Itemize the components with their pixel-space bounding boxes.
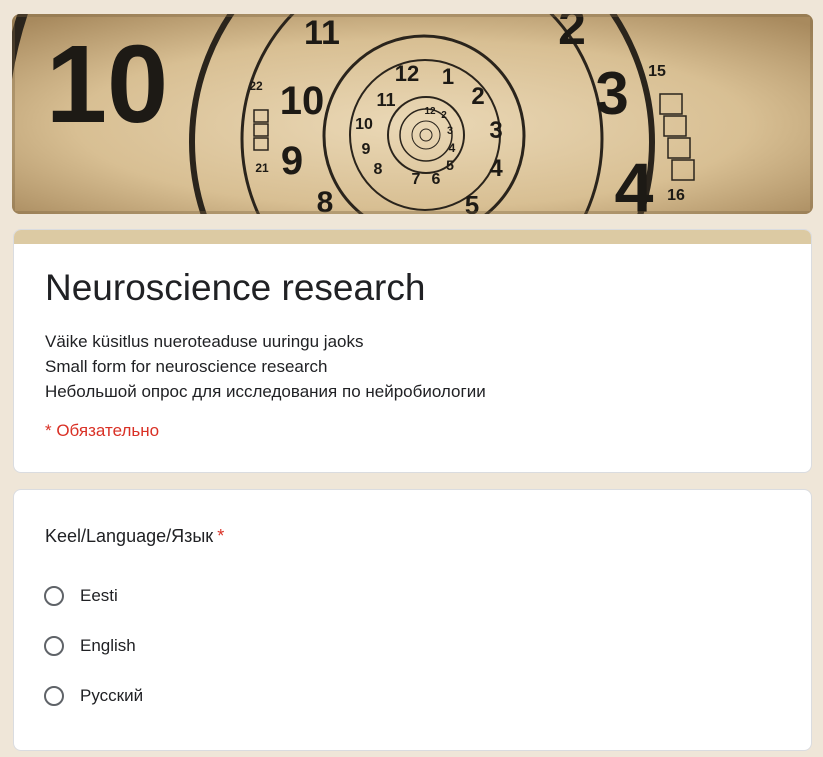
option-label-eesti[interactable]: Eesti (80, 586, 118, 606)
option-label-russian[interactable]: Русский (80, 686, 143, 706)
svg-text:16: 16 (667, 187, 685, 204)
svg-text:12: 12 (424, 106, 436, 117)
required-asterisk: * (217, 526, 225, 546)
svg-text:5: 5 (446, 157, 454, 173)
svg-text:3: 3 (489, 117, 502, 144)
option-label-english[interactable]: English (80, 636, 136, 656)
svg-text:10: 10 (46, 23, 168, 146)
language-question-card: Keel/Language/Язык * Eesti English Русски… (13, 489, 812, 751)
svg-text:4: 4 (615, 149, 654, 214)
svg-text:4: 4 (449, 141, 456, 155)
header-banner-image: 10 10 9 8 11 12 1 2 3 4 5 11 10 9 8 7 6 … (12, 14, 813, 214)
radio-button-russian[interactable] (44, 686, 64, 706)
svg-text:22: 22 (249, 79, 263, 93)
option-english[interactable]: English (44, 632, 136, 660)
card-accent-bar (14, 230, 811, 244)
svg-text:11: 11 (304, 14, 340, 52)
svg-text:10: 10 (280, 79, 325, 123)
option-eesti[interactable]: Eesti (44, 582, 118, 610)
description-line-estonian: Väike küsitlus nueroteaduse uuringu jaok… (45, 332, 364, 351)
question-title-text: Keel/Language/Язык (45, 526, 214, 546)
svg-text:6: 6 (432, 171, 441, 188)
svg-text:1: 1 (442, 64, 454, 89)
spiral-clock-illustration: 10 10 9 8 11 12 1 2 3 4 5 11 10 9 8 7 6 … (12, 14, 813, 214)
svg-text:3: 3 (447, 125, 453, 137)
svg-text:3: 3 (595, 60, 628, 127)
radio-button-eesti[interactable] (44, 586, 64, 606)
svg-text:2: 2 (558, 14, 586, 55)
svg-text:2: 2 (441, 110, 447, 121)
svg-text:8: 8 (317, 186, 334, 214)
radio-button-english[interactable] (44, 636, 64, 656)
description-line-russian: Небольшой опрос для исследования по нейр… (45, 382, 486, 401)
svg-text:8: 8 (374, 161, 383, 178)
description-line-english: Small form for neuroscience research (45, 357, 328, 376)
svg-text:4: 4 (489, 155, 503, 182)
svg-text:10: 10 (355, 116, 373, 133)
svg-text:9: 9 (281, 139, 303, 183)
svg-text:9: 9 (362, 141, 371, 158)
required-note: * Обязательно (45, 421, 160, 440)
svg-text:21: 21 (255, 161, 269, 175)
svg-text:11: 11 (376, 90, 395, 110)
svg-text:12: 12 (395, 61, 419, 86)
form-title-card: Neuroscience research Väike küsitlus nue… (13, 229, 812, 473)
svg-text:15: 15 (648, 63, 666, 80)
svg-text:7: 7 (412, 171, 421, 188)
form-title: Neuroscience research (45, 267, 426, 308)
form-description: Väike küsitlus nueroteaduse uuringu jaok… (45, 329, 486, 404)
svg-text:5: 5 (465, 190, 479, 214)
option-russian[interactable]: Русский (44, 682, 143, 710)
svg-text:2: 2 (471, 83, 484, 110)
question-title: Keel/Language/Язык * (45, 524, 224, 548)
